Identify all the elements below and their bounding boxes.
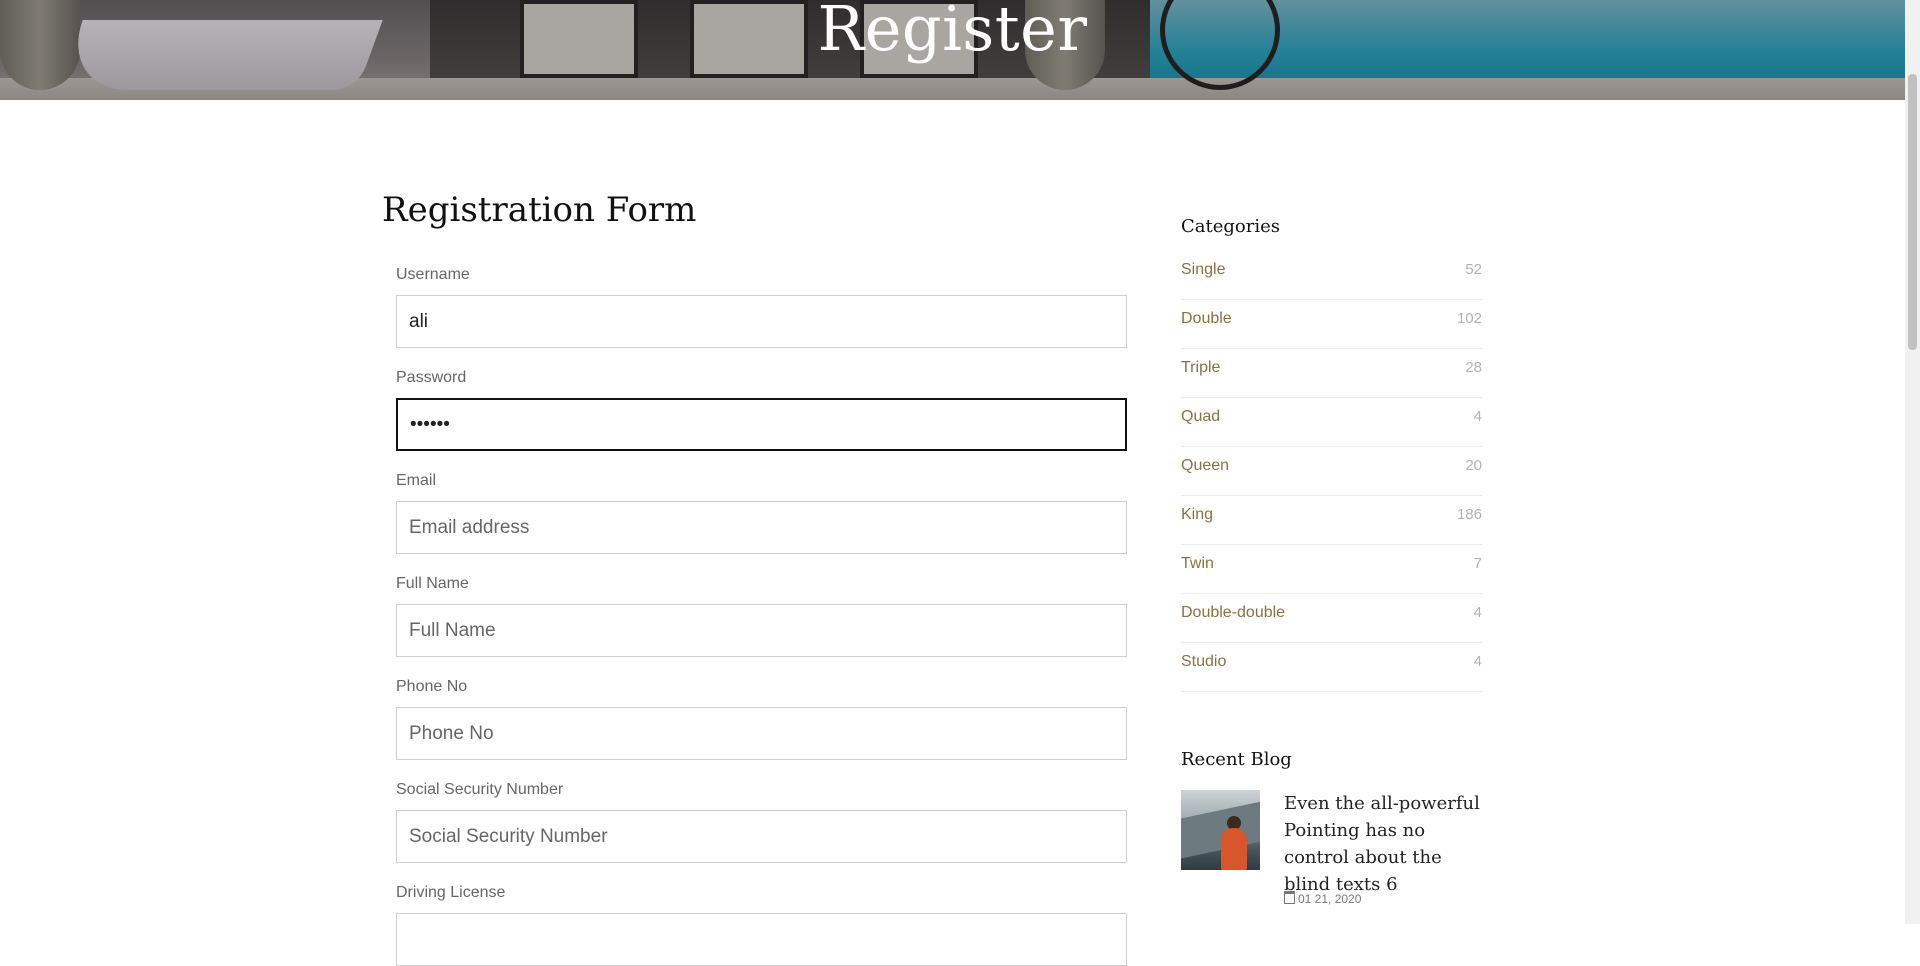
calendar-icon — [1284, 891, 1295, 904]
username-label: Username — [396, 266, 470, 283]
email-label: Email — [396, 472, 437, 489]
category-item[interactable]: Twin 7 — [1181, 546, 1482, 594]
category-item[interactable]: Quad 4 — [1181, 399, 1482, 447]
category-item[interactable]: King 186 — [1181, 497, 1482, 545]
password-input[interactable] — [396, 398, 1127, 451]
form-title: Registration Form — [382, 190, 697, 230]
password-label: Password — [396, 369, 467, 386]
category-count: 4 — [1473, 408, 1482, 425]
driving-license-input[interactable] — [396, 913, 1127, 966]
scrollbar-thumb[interactable] — [1908, 74, 1917, 350]
full-name-input[interactable] — [396, 604, 1127, 657]
category-link[interactable]: Single — [1181, 261, 1225, 279]
blog-date-text: 01 21, 2020 — [1298, 892, 1362, 906]
ssn-input[interactable] — [396, 810, 1127, 863]
driving-license-label: Driving License — [396, 884, 506, 901]
password-field-group: Password — [396, 367, 1127, 451]
category-count: 102 — [1456, 310, 1482, 327]
categories-heading: Categories — [1181, 216, 1280, 237]
phone-input[interactable] — [396, 707, 1127, 760]
category-item[interactable]: Single 52 — [1181, 252, 1482, 300]
category-link[interactable]: Quad — [1181, 408, 1220, 426]
email-field-group: Email — [396, 470, 1127, 554]
category-count: 4 — [1473, 604, 1482, 621]
category-count: 7 — [1473, 555, 1482, 572]
blog-date: 01 21, 2020 — [1284, 891, 1361, 906]
category-link[interactable]: Double — [1181, 310, 1232, 328]
phone-field-group: Phone No — [396, 676, 1127, 760]
ssn-label: Social Security Number — [396, 781, 564, 798]
email-input[interactable] — [396, 501, 1127, 554]
category-link[interactable]: Studio — [1181, 653, 1226, 671]
phone-label: Phone No — [396, 678, 468, 695]
driving-license-field-group: Driving License — [396, 882, 1127, 966]
category-link[interactable]: Twin — [1181, 555, 1214, 573]
category-item[interactable]: Studio 4 — [1181, 644, 1482, 692]
category-link[interactable]: Double-double — [1181, 604, 1285, 622]
full-name-field-group: Full Name — [396, 573, 1127, 657]
category-item[interactable]: Double 102 — [1181, 301, 1482, 349]
category-link[interactable]: Queen — [1181, 457, 1229, 475]
category-count: 52 — [1465, 261, 1482, 278]
category-count: 4 — [1473, 653, 1482, 670]
page-scrollbar[interactable] — [1905, 0, 1920, 924]
page-title: Register — [817, 0, 1088, 65]
category-link[interactable]: King — [1181, 506, 1213, 524]
recent-blog-item[interactable]: Even the all-powerful Pointing has no co… — [1181, 790, 1491, 920]
hero-banner: Register — [0, 0, 1905, 100]
category-count: 28 — [1465, 359, 1482, 376]
blog-title-link[interactable]: Even the all-powerful Pointing has no co… — [1284, 790, 1484, 898]
category-count: 20 — [1465, 457, 1482, 474]
recent-blog-heading: Recent Blog — [1181, 749, 1292, 770]
blog-thumbnail[interactable] — [1181, 790, 1260, 870]
username-input[interactable] — [396, 295, 1127, 348]
username-field-group: Username — [396, 264, 1127, 348]
category-item[interactable]: Triple 28 — [1181, 350, 1482, 398]
category-count: 186 — [1456, 506, 1482, 523]
categories-list: Single 52 Double 102 Triple 28 Quad 4 Qu… — [1181, 252, 1482, 693]
full-name-label: Full Name — [396, 575, 469, 592]
ssn-field-group: Social Security Number — [396, 779, 1127, 863]
category-item[interactable]: Queen 20 — [1181, 448, 1482, 496]
category-link[interactable]: Triple — [1181, 359, 1220, 377]
category-item[interactable]: Double-double 4 — [1181, 595, 1482, 643]
